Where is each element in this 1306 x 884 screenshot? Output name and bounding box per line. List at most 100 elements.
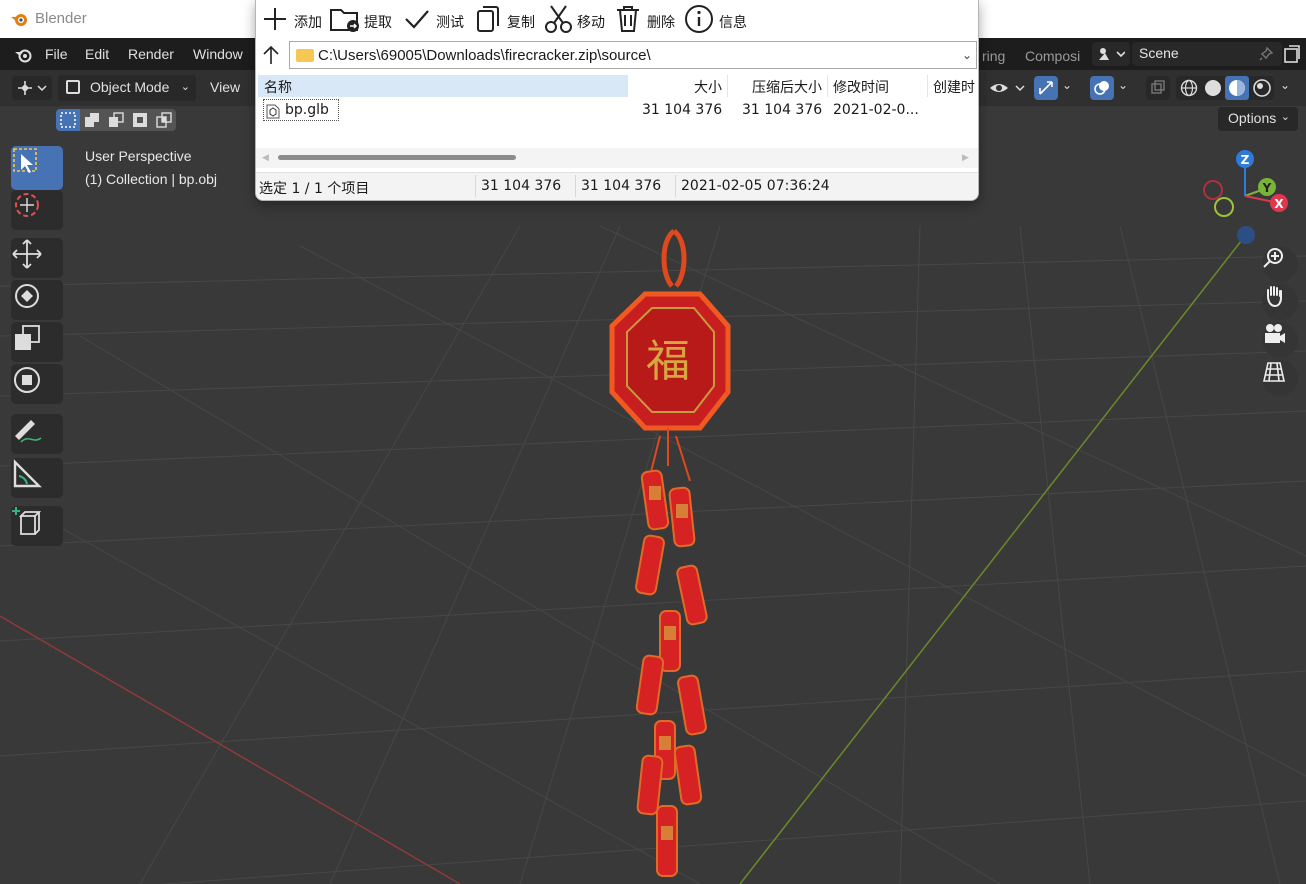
zoom-icon	[1263, 248, 1283, 268]
workspace-tab-shading[interactable]: ring	[982, 48, 1005, 64]
viewport-perspective-label: User Perspective	[85, 148, 192, 164]
camera-view-button[interactable]	[1262, 322, 1298, 358]
select-subtract-button[interactable]	[104, 109, 128, 131]
scroll-thumb[interactable]	[278, 155, 516, 160]
delete-button[interactable]: 删除	[614, 4, 680, 34]
menu-edit[interactable]: Edit	[85, 46, 109, 62]
window-title: Blender	[35, 10, 87, 27]
blender-menu-icon[interactable]	[14, 46, 32, 64]
path-input[interactable]: C:\Users\69005\Downloads\firecracker.zip…	[289, 41, 977, 69]
rendered-shading-icon[interactable]	[1252, 78, 1272, 98]
horizontal-scrollbar[interactable]: ◀ ▶	[256, 148, 978, 168]
tool-add-cube[interactable]	[11, 506, 63, 546]
copy-label: 复制	[507, 15, 535, 31]
select-subtract-icon	[109, 112, 124, 127]
zoom-button[interactable]	[1262, 246, 1298, 282]
file-size: 31 104 376	[642, 102, 723, 118]
plus-icon	[264, 8, 286, 30]
ortho-toggle-button[interactable]	[1262, 360, 1298, 396]
select-intersect-button[interactable]	[152, 109, 176, 131]
material-shading-button[interactable]	[1225, 76, 1249, 100]
chevron-down-icon: ⌄	[1280, 111, 1290, 123]
7zip-path-bar: C:\Users\69005\Downloads\firecracker.zip…	[256, 40, 978, 70]
tool-transform[interactable]	[11, 364, 63, 404]
scene-selector[interactable]	[1092, 42, 1130, 66]
file-packed-size: 31 104 376	[742, 102, 823, 118]
info-button[interactable]: 信息	[684, 4, 750, 34]
chevron-down-icon[interactable]: ⌄	[1280, 78, 1290, 92]
move-label: 移动	[577, 15, 605, 31]
menu-file[interactable]: File	[45, 46, 68, 62]
column-size[interactable]: 大小	[628, 75, 728, 97]
column-modified[interactable]: 修改时间	[828, 75, 928, 97]
select-new-button[interactable]	[56, 109, 80, 131]
transform-pivot-dropdown[interactable]	[12, 76, 52, 100]
menu-window[interactable]: Window	[193, 46, 243, 62]
pin-icon[interactable]	[1258, 46, 1274, 62]
3d-viewport[interactable]: 福 User Perspective (1) Collection | bp.o…	[0, 136, 1306, 884]
tool-rotate[interactable]	[11, 280, 63, 320]
tool-measure[interactable]	[11, 458, 63, 498]
xray-toggle[interactable]	[1146, 76, 1170, 100]
info-label: 信息	[719, 15, 747, 31]
test-label: 测试	[436, 15, 464, 31]
select-intersect-icon	[156, 112, 172, 128]
tool-scale[interactable]	[11, 322, 63, 362]
tool-move[interactable]	[11, 238, 63, 278]
cursor-icon	[15, 193, 39, 217]
select-invert-button[interactable]	[128, 109, 152, 131]
file-name-cell[interactable]: bp.glb	[263, 99, 339, 121]
status-packed: 31 104 376	[581, 178, 662, 194]
select-box-icon	[13, 148, 37, 173]
gizmo-icon	[1039, 81, 1053, 95]
options-dropdown[interactable]: Options ⌄	[1218, 107, 1298, 131]
hand-icon	[1267, 286, 1282, 308]
object-mode-icon	[66, 80, 80, 94]
menu-render[interactable]: Render	[128, 46, 174, 62]
visibility-eye-icon[interactable]	[988, 78, 1028, 98]
copy-button[interactable]: 复制	[474, 4, 540, 34]
navigation-gizmo[interactable]: Z Y X	[1195, 146, 1295, 246]
status-divider	[675, 175, 676, 197]
wireframe-shading-icon[interactable]	[1179, 78, 1199, 98]
select-extend-button[interactable]	[80, 109, 104, 131]
tool-select-box[interactable]	[11, 146, 63, 190]
svg-text:福: 福	[646, 336, 690, 387]
up-arrow-icon[interactable]	[260, 44, 282, 66]
add-button[interactable]: 添加	[261, 4, 327, 34]
scroll-right-icon[interactable]: ▶	[962, 153, 969, 163]
copy-icon	[477, 6, 499, 32]
menu-view[interactable]: View	[210, 79, 240, 95]
status-modified: 2021-02-05 07:36:24	[681, 178, 830, 194]
column-packed-size[interactable]: 压缩后大小	[728, 75, 828, 97]
check-icon	[405, 10, 429, 29]
column-created[interactable]: 创建时	[928, 75, 978, 97]
scroll-left-icon[interactable]: ◀	[262, 153, 269, 163]
workspace-tab-compositing[interactable]: Composi	[1025, 48, 1080, 64]
gizmo-z-label: Z	[1241, 153, 1250, 167]
xray-icon	[1151, 80, 1165, 94]
scale-icon	[15, 325, 40, 350]
select-invert-icon	[133, 113, 147, 127]
tool-annotate[interactable]	[11, 414, 63, 454]
chevron-down-icon[interactable]: ⌄	[1118, 78, 1128, 92]
table-row[interactable]: bp.glb 31 104 376 31 104 376 2021-02-0..…	[256, 98, 978, 124]
pan-button[interactable]	[1262, 284, 1298, 320]
move-button[interactable]: 移动	[544, 4, 610, 34]
test-button[interactable]: 测试	[403, 4, 469, 34]
chevron-down-icon: ⌄	[180, 81, 190, 93]
extract-button[interactable]: 提取	[329, 4, 399, 34]
gizmo-toggle[interactable]	[1034, 76, 1058, 100]
path-text: C:\Users\69005\Downloads\firecracker.zip…	[318, 47, 651, 64]
scene-icon	[1099, 48, 1125, 60]
select-extend-icon	[85, 113, 99, 127]
move-icon	[12, 239, 42, 269]
column-name[interactable]: 名称	[258, 75, 628, 97]
transform-icon	[14, 367, 40, 393]
new-scene-icon[interactable]	[1282, 44, 1302, 64]
tool-cursor[interactable]	[11, 190, 63, 230]
chevron-down-icon[interactable]: ⌄	[1062, 78, 1072, 92]
overlay-toggle[interactable]	[1090, 76, 1114, 100]
solid-shading-icon[interactable]	[1203, 78, 1223, 98]
chevron-down-icon[interactable]: ⌄	[962, 48, 972, 62]
